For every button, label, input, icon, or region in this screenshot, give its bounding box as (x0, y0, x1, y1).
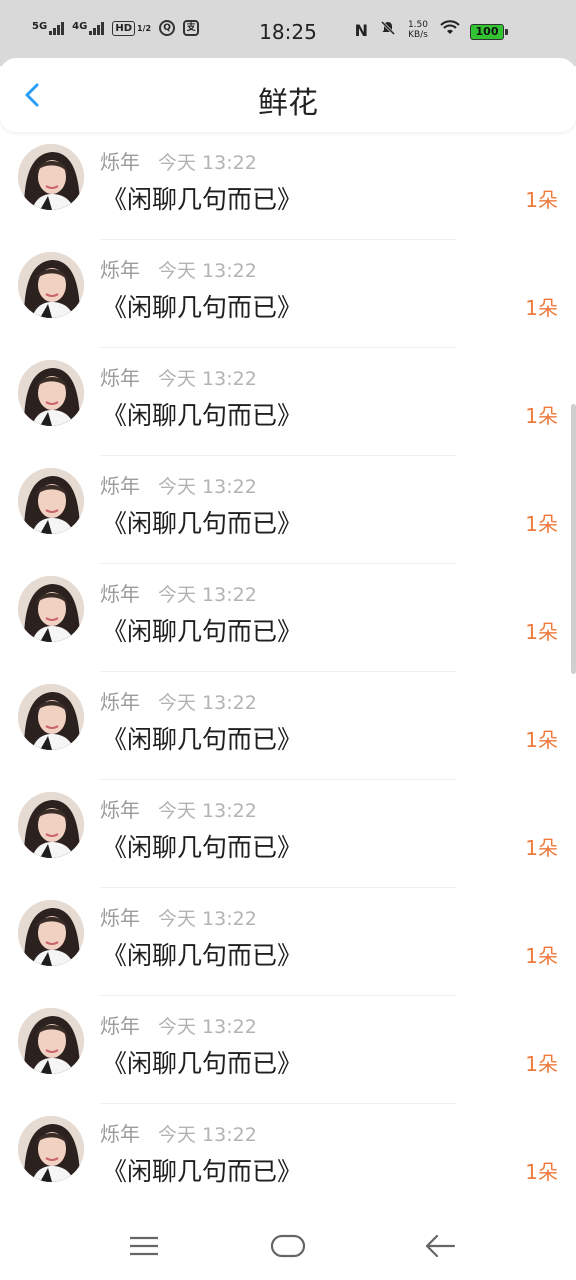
flower-count: 1朵 (525, 512, 558, 536)
list-item[interactable]: 烁年 今天 13:22 《闲聊几句而已》 1朵 (0, 996, 576, 1104)
sender-name: 烁年 (100, 474, 140, 498)
list-item[interactable]: 烁年 今天 13:22 《闲聊几句而已》 1朵 (0, 348, 576, 456)
avatar[interactable] (18, 684, 84, 750)
list-item[interactable]: 烁年 今天 13:22 《闲聊几句而已》 1朵 (0, 1104, 576, 1212)
flower-count: 1朵 (525, 1160, 558, 1184)
sender-name: 烁年 (100, 582, 140, 606)
avatar-photo-icon (18, 144, 84, 210)
message-title: 《闲聊几句而已》 (102, 185, 303, 214)
avatar-photo-icon (18, 1116, 84, 1182)
timestamp: 今天 13:22 (158, 260, 257, 282)
list-item[interactable]: 烁年 今天 13:22 《闲聊几句而已》 1朵 (0, 564, 576, 672)
speed-unit: KB/s (408, 30, 428, 40)
list-item[interactable]: 烁年 今天 13:22 《闲聊几句而已》 1朵 (0, 780, 576, 888)
scrollbar[interactable] (571, 404, 576, 674)
avatar[interactable] (18, 468, 84, 534)
avatar-photo-icon (18, 576, 84, 642)
sender-name: 烁年 (100, 366, 140, 390)
flower-count: 1朵 (525, 620, 558, 644)
network-speed: 1.50 KB/s (408, 20, 428, 40)
timestamp: 今天 13:22 (158, 692, 257, 714)
back-arrow-icon (425, 1234, 456, 1258)
sender-name: 烁年 (100, 150, 140, 174)
message-title: 《闲聊几句而已》 (102, 833, 303, 862)
flower-count: 1朵 (525, 1052, 558, 1076)
list-item[interactable]: 烁年 今天 13:22 《闲聊几句而已》 1朵 (0, 240, 576, 348)
timestamp: 今天 13:22 (158, 584, 257, 606)
avatar-photo-icon (18, 468, 84, 534)
sender-name: 烁年 (100, 258, 140, 282)
avatar-photo-icon (18, 360, 84, 426)
wifi-icon (440, 20, 460, 40)
system-nav-bar (0, 1210, 576, 1280)
timestamp: 今天 13:22 (158, 800, 257, 822)
avatar[interactable] (18, 792, 84, 858)
timestamp: 今天 13:22 (158, 1016, 257, 1038)
home-button[interactable] (268, 1230, 308, 1262)
timestamp: 今天 13:22 (158, 1124, 257, 1146)
avatar[interactable] (18, 900, 84, 966)
avatar-photo-icon (18, 792, 84, 858)
timestamp: 今天 13:22 (158, 152, 257, 174)
message-title: 《闲聊几句而已》 (102, 1157, 303, 1186)
avatar[interactable] (18, 360, 84, 426)
page-title: 鲜花 (258, 86, 318, 121)
sender-name: 烁年 (100, 798, 140, 822)
timestamp: 今天 13:22 (158, 476, 257, 498)
sender-name: 烁年 (100, 1122, 140, 1146)
home-icon (270, 1234, 306, 1258)
flower-list: 烁年 今天 13:22 《闲聊几句而已》 1朵 烁年 今天 13:22 《闲聊几… (0, 132, 576, 1212)
list-item[interactable]: 烁年 今天 13:22 《闲聊几句而已》 1朵 (0, 456, 576, 564)
avatar-photo-icon (18, 900, 84, 966)
message-title: 《闲聊几句而已》 (102, 509, 303, 538)
message-title: 《闲聊几句而已》 (102, 617, 303, 646)
flower-count: 1朵 (525, 296, 558, 320)
avatar[interactable] (18, 576, 84, 642)
message-title: 《闲聊几句而已》 (102, 725, 303, 754)
message-title: 《闲聊几句而已》 (102, 1049, 303, 1078)
sender-name: 烁年 (100, 690, 140, 714)
speed-value: 1.50 (407, 20, 428, 30)
flower-count: 1朵 (525, 836, 558, 860)
sender-name: 烁年 (100, 1014, 140, 1038)
message-title: 《闲聊几句而已》 (102, 941, 303, 970)
avatar[interactable] (18, 252, 84, 318)
flower-count: 1朵 (525, 944, 558, 968)
flower-count: 1朵 (525, 728, 558, 752)
avatar-photo-icon (18, 1008, 84, 1074)
status-bar: 5G 4G HD 1/2 Q 支 18:25 N 1.50 KB/s 100 (0, 0, 576, 66)
avatar-photo-icon (18, 252, 84, 318)
status-right: N 1.50 KB/s (355, 20, 460, 40)
flower-count: 1朵 (525, 404, 558, 428)
nav-back-button[interactable] (420, 1230, 460, 1262)
header: 鲜花 (0, 58, 576, 132)
sender-name: 烁年 (100, 906, 140, 930)
menu-icon (130, 1236, 158, 1256)
list-item[interactable]: 烁年 今天 13:22 《闲聊几句而已》 1朵 (0, 672, 576, 780)
flower-count: 1朵 (525, 188, 558, 212)
avatar[interactable] (18, 1008, 84, 1074)
timestamp: 今天 13:22 (158, 368, 257, 390)
message-title: 《闲聊几句而已》 (102, 401, 303, 430)
battery-icon: 100 (470, 24, 508, 40)
mute-icon (380, 20, 396, 40)
menu-button[interactable] (126, 1230, 166, 1262)
list-item[interactable]: 烁年 今天 13:22 《闲聊几句而已》 1朵 (0, 888, 576, 996)
avatar[interactable] (18, 1116, 84, 1182)
avatar-photo-icon (18, 684, 84, 750)
avatar[interactable] (18, 144, 84, 210)
message-title: 《闲聊几句而已》 (102, 293, 303, 322)
nfc-icon: N (354, 20, 368, 40)
list-item[interactable]: 烁年 今天 13:22 《闲聊几句而已》 1朵 (0, 132, 576, 240)
timestamp: 今天 13:22 (158, 908, 257, 930)
